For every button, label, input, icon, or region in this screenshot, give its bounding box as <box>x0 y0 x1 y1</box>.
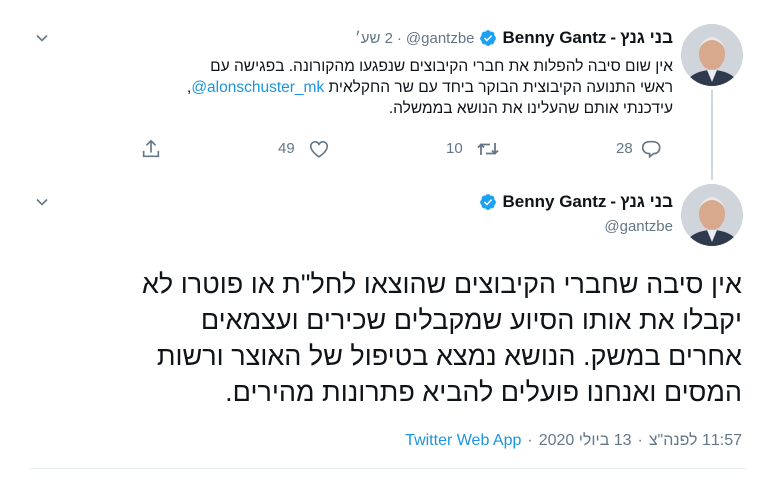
display-name-he[interactable]: בני גנץ <box>620 192 673 212</box>
mention-link[interactable]: @alonschuster_mk <box>191 79 324 96</box>
tweet-text-line: אין סיבה שחברי הקיבוצים שהוצאו לחל"ת או … <box>141 269 742 299</box>
chevron-down-icon[interactable] <box>34 30 50 46</box>
display-name-en[interactable]: Benny Gantz <box>503 28 607 48</box>
share-icon[interactable] <box>140 138 162 160</box>
tweet-text-line: המסים ואנחנו פועלים להביא פתרונות מהירים… <box>225 377 742 407</box>
tweet-text-line: אין שום סיבה להפלות את חברי הקיבוצים שנפ… <box>210 58 673 75</box>
display-name-en[interactable]: Benny Gantz <box>503 192 607 212</box>
divider <box>30 468 746 469</box>
like-icon[interactable] <box>308 138 332 160</box>
tweet-2-text: אין סיבה שחברי הקיבוצים שהוצאו לחל"ת או … <box>22 266 742 410</box>
meta-dot: · <box>637 432 643 449</box>
handle[interactable]: @gantzbe <box>406 30 475 47</box>
chevron-down-icon[interactable] <box>34 194 50 210</box>
verified-badge-icon <box>479 29 497 47</box>
tweet-text-line: יקבלו את אותו הסיוע שמקבלים שכירים ועצמא… <box>200 305 742 335</box>
source-link[interactable]: Twitter Web App <box>405 432 521 450</box>
reply-icon[interactable] <box>640 138 670 160</box>
tweet-2-meta: 11:57 לפנה"צ · 13 ביולי 2020 · Twitter W… <box>405 432 742 450</box>
avatar[interactable] <box>681 184 743 246</box>
dot-separator: · <box>396 29 402 47</box>
tweet-1-text: אין שום סיבה להפלות את חברי הקיבוצים שנפ… <box>33 56 673 119</box>
reply-count: 28 <box>616 140 633 157</box>
display-name-sep: - <box>610 28 617 47</box>
retweet-icon[interactable] <box>476 138 502 160</box>
tweet-thread: בני גנץ - Benny Gantz @gantzbe · 2 שע׳ א… <box>0 0 772 486</box>
tweet-2-header: בני גנץ - Benny Gantz <box>479 192 673 212</box>
tweet-text-fragment: ראשי התנועה הקיבוצית הבוקר ביחד עם שר הח… <box>324 79 673 96</box>
tweet-text-line: עידכנתי אותם שהעלינו את הנושא בממשלה. <box>388 100 673 117</box>
retweet-count: 10 <box>446 140 463 157</box>
like-count: 49 <box>278 140 295 157</box>
handle[interactable]: @gantzbe <box>604 218 673 235</box>
tweet-1-header: בני גנץ - Benny Gantz @gantzbe · 2 שע׳ <box>355 28 673 48</box>
meta-time[interactable]: 11:57 לפנה"צ <box>649 432 742 450</box>
display-name-sep: - <box>610 192 617 211</box>
timestamp[interactable]: 2 שע׳ <box>355 30 393 47</box>
thread-line <box>711 90 713 180</box>
meta-date[interactable]: 13 ביולי 2020 <box>539 432 632 450</box>
verified-badge-icon <box>479 193 497 211</box>
avatar[interactable] <box>681 24 743 86</box>
display-name-he[interactable]: בני גנץ <box>620 28 673 48</box>
tweet-text-line: ראשי התנועה הקיבוצית הבוקר ביחד עם שר הח… <box>33 77 673 98</box>
meta-dot: · <box>527 432 533 449</box>
tweet-text-line: אחרים במשק. הנושא נמצא בטיפול של האוצר ו… <box>156 341 742 371</box>
